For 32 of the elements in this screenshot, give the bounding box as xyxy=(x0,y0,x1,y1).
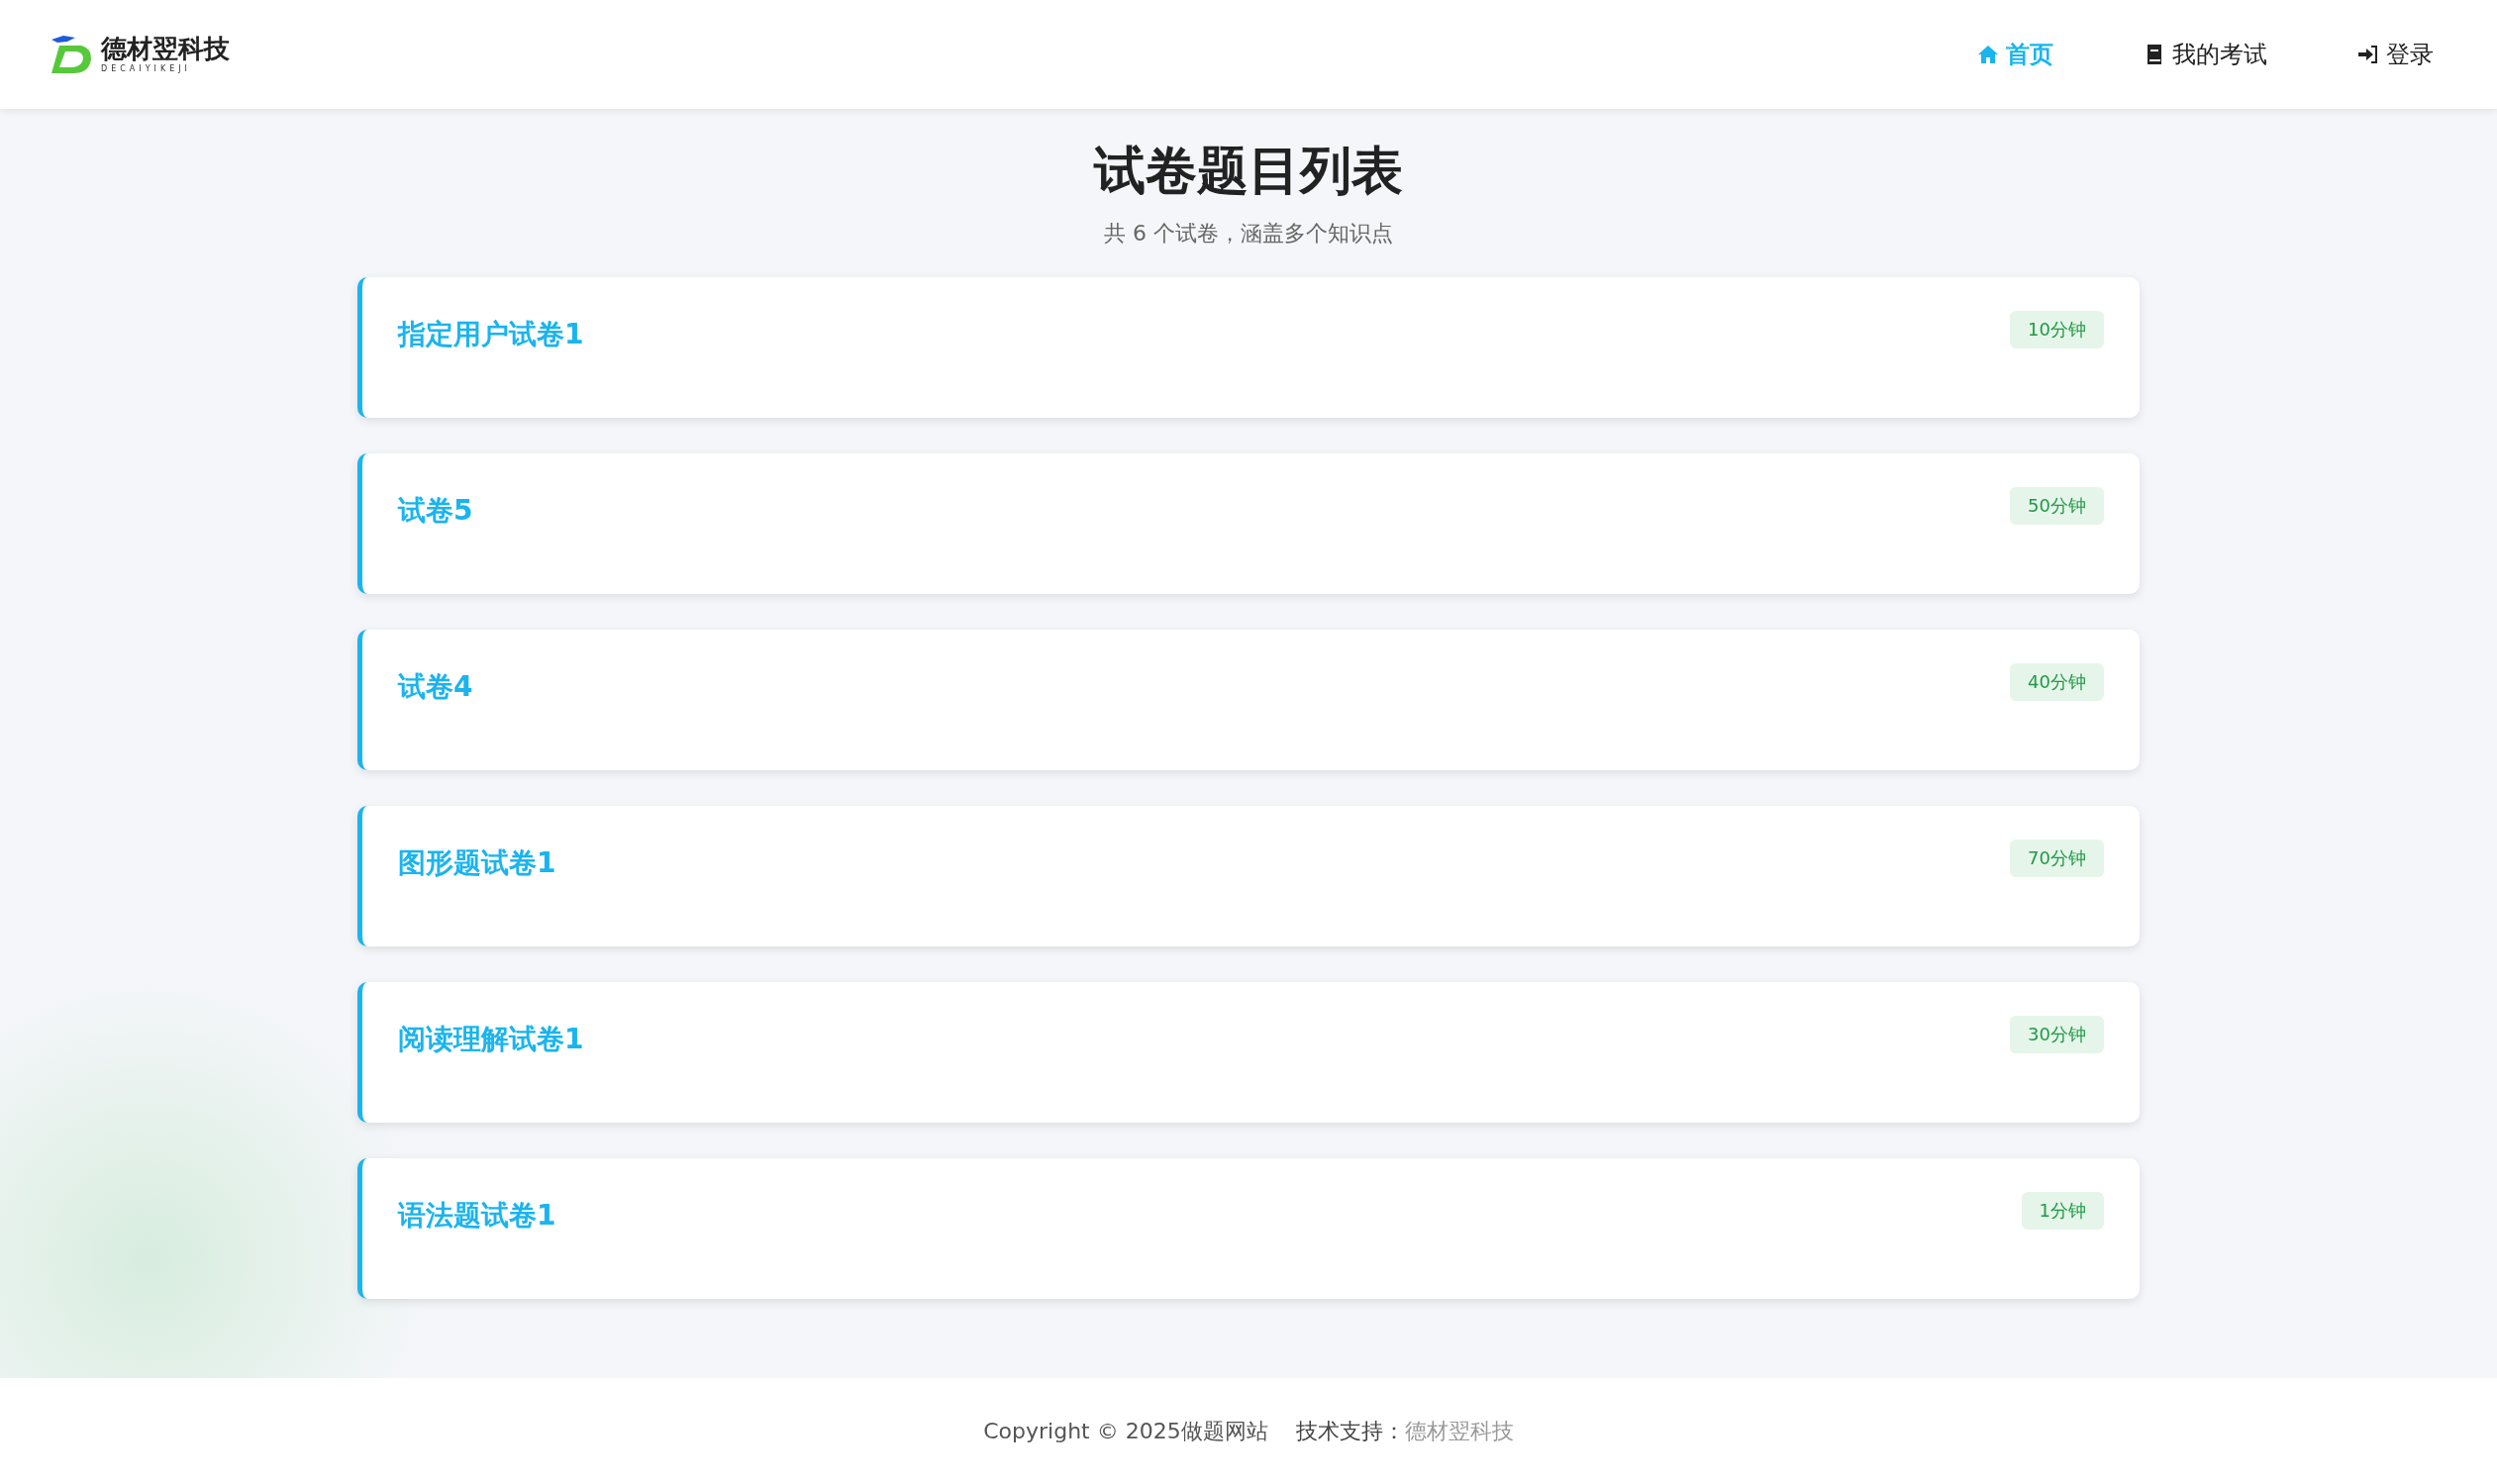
page-title: 试卷题目列表 xyxy=(1094,140,1403,202)
duration-badge: 10分钟 xyxy=(2010,311,2104,348)
duration-badge: 30分钟 xyxy=(2010,1016,2104,1053)
exam-card[interactable]: 图形题试卷1 70分钟 xyxy=(357,806,2140,946)
duration-badge: 40分钟 xyxy=(2010,663,2104,701)
duration-badge: 1分钟 xyxy=(2021,1192,2104,1230)
exam-card[interactable]: 试卷5 50分钟 xyxy=(357,453,2140,594)
exam-card[interactable]: 指定用户试卷1 10分钟 xyxy=(357,277,2140,418)
logo-subtitle: DECAIYIKEJI xyxy=(101,65,192,73)
nav-link[interactable]: 登录 xyxy=(2356,37,2434,72)
exam-card[interactable]: 语法题试卷1 1分钟 xyxy=(357,1158,2140,1299)
logo-mark-icon xyxy=(50,34,93,75)
page-subtitle: 共 6 个试卷，涵盖多个知识点 xyxy=(1104,220,1393,247)
nav-link[interactable]: 首页 xyxy=(1976,37,2053,72)
support-link[interactable]: 德材翌科技 xyxy=(1404,1415,1514,1447)
copyright-text: Copyright © 2025做题网站 xyxy=(983,1418,1268,1445)
duration-badge: 50分钟 xyxy=(2010,487,2104,525)
logo[interactable]: 德材翌科技 DECAIYIKEJI xyxy=(50,34,230,75)
exam-card[interactable]: 试卷4 40分钟 xyxy=(357,630,2140,770)
logo-name: 德材翌科技 xyxy=(101,36,230,61)
duration-badge: 70分钟 xyxy=(2010,840,2104,877)
exam-title: 图形题试卷1 xyxy=(398,849,556,877)
exam-title: 试卷4 xyxy=(398,673,473,701)
exam-title: 指定用户试卷1 xyxy=(398,321,584,348)
nav-link[interactable]: 我的考试 xyxy=(2143,37,2267,72)
exam-title: 语法题试卷1 xyxy=(398,1202,556,1230)
exam-card[interactable]: 阅读理解试卷1 30分钟 xyxy=(357,982,2140,1123)
home-icon xyxy=(1976,43,2000,66)
exam-title: 阅读理解试卷1 xyxy=(398,1026,584,1053)
support-label: 技术支持： xyxy=(1295,1418,1405,1445)
sign-in-icon xyxy=(2356,43,2380,66)
exam-title: 试卷5 xyxy=(398,497,473,525)
